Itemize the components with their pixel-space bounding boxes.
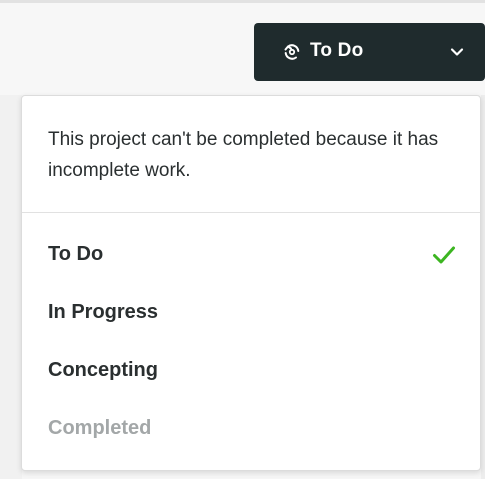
page: To Do This project can't be completed be… xyxy=(0,0,485,479)
status-dropdown-button[interactable]: To Do xyxy=(254,23,485,81)
status-option-label: To Do xyxy=(48,243,104,265)
incomplete-work-notice: This project can't be completed because … xyxy=(48,129,439,181)
status-button-label: To Do xyxy=(310,40,364,61)
background-panel xyxy=(0,95,22,479)
menu-divider xyxy=(22,212,480,213)
status-option-to-do[interactable]: To Do xyxy=(22,227,480,283)
top-bar: To Do xyxy=(0,0,485,95)
status-option-completed: Completed xyxy=(22,401,480,457)
status-option-label: Concepting xyxy=(48,359,158,381)
chevron-down-icon xyxy=(450,48,464,56)
status-dropdown-menu: This project can't be completed because … xyxy=(21,95,481,471)
cycle-icon xyxy=(284,44,300,60)
check-icon xyxy=(433,246,455,264)
status-option-label: Completed xyxy=(48,417,152,439)
status-option-in-progress[interactable]: In Progress xyxy=(22,285,480,341)
background-edge xyxy=(481,95,485,479)
status-option-label: In Progress xyxy=(48,301,159,323)
status-option-concepting[interactable]: Concepting xyxy=(22,343,480,399)
